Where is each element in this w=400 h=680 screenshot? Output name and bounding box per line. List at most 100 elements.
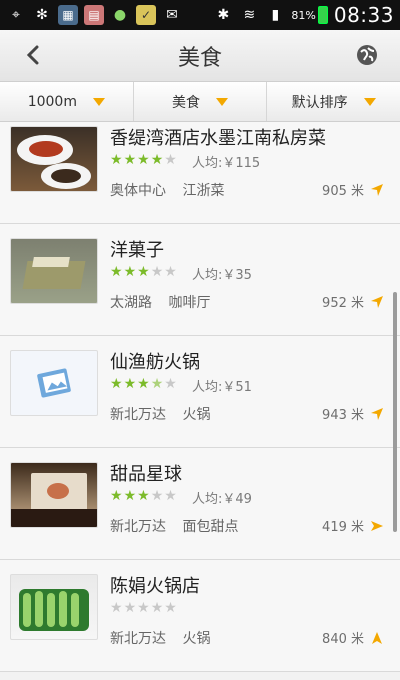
location-icon: ⌖: [12, 7, 20, 23]
restaurant-tags: 新北万达 火锅: [110, 404, 222, 424]
rating-stars: ★ ★ ★ ★ ★: [110, 488, 177, 504]
rating-stars: ★ ★ ★ ★ ★: [110, 264, 177, 280]
scrollbar[interactable]: [393, 292, 397, 532]
star-icon: ★: [110, 376, 123, 392]
area-tag: 新北万达: [110, 631, 166, 647]
star-icon: ★: [123, 264, 137, 280]
signal-icon: ▮: [271, 7, 280, 23]
restaurant-name: 陈娟火锅店: [110, 576, 200, 597]
area-tag: 新北万达: [110, 407, 166, 423]
restaurant-tags: 新北万达 火锅: [110, 628, 222, 648]
star-icon: ★: [110, 152, 123, 168]
distance-value: 952 米: [322, 296, 364, 311]
list-item[interactable]: 香缇湾酒店水墨江南私房菜 ★ ★ ★ ★ ★ 人均:￥115 奥体中心 江浙菜 …: [0, 122, 400, 224]
distance: 905 米: [322, 180, 384, 199]
map-button[interactable]: [352, 40, 382, 70]
rating-stars: ★ ★ ★ ★ ★: [110, 376, 177, 392]
direction-arrow-icon: [371, 183, 383, 196]
battery: 81%: [291, 6, 328, 24]
cuisine-tag: 火锅: [182, 631, 211, 647]
image-icon: ▦: [58, 5, 78, 25]
cuisine-tag: 面包甜点: [182, 519, 239, 535]
restaurant-list[interactable]: 香缇湾酒店水墨江南私房菜 ★ ★ ★ ★ ★ 人均:￥115 奥体中心 江浙菜 …: [0, 122, 400, 680]
sort-filter-label: 默认排序: [291, 94, 348, 111]
distance-value: 905 米: [322, 184, 364, 199]
distance-value: 840 米: [322, 632, 364, 647]
star-icon: ★: [110, 264, 123, 280]
star-icon: ★: [137, 152, 150, 168]
star-icon: ★: [110, 600, 123, 616]
star-icon: ★: [164, 152, 177, 168]
restaurant-name: 洋菓子: [110, 240, 164, 261]
star-icon: ★: [137, 264, 150, 280]
direction-arrow-icon: [371, 520, 383, 531]
battery-percent: 81%: [291, 8, 316, 22]
star-icon: ★: [150, 152, 164, 168]
sort-filter[interactable]: 默认排序: [267, 82, 400, 121]
list-item[interactable]: 仙渔舫火锅 ★ ★ ★ ★ ★ 人均:￥51 新北万达 火锅 943 米: [0, 336, 400, 448]
cuisine-tag: 江浙菜: [182, 183, 225, 199]
wechat-icon: ●: [113, 7, 127, 23]
gallery-icon: ▤: [84, 5, 104, 25]
restaurant-thumbnail: [10, 126, 98, 192]
distance-value: 943 米: [322, 408, 364, 423]
direction-arrow-icon: [371, 295, 383, 308]
distance-value: 419 米: [322, 520, 364, 535]
star-icon: ★: [150, 264, 164, 280]
star-icon: ★: [123, 376, 137, 392]
cuisine-tag: 火锅: [182, 407, 211, 423]
status-bar: ⌖ ✻ ▦ ▤ ● ✓ ✉ ✱ ≋ ▮ 81% 08:33: [0, 0, 400, 30]
system-icons: ✱ ≋ ▮ 81% 08:33: [213, 3, 394, 27]
star-icon: ★: [164, 488, 177, 504]
star-icon: ★: [164, 264, 177, 280]
dropdown-arrow-icon: [216, 97, 228, 106]
bluetooth-icon: ✱: [217, 7, 230, 23]
restaurant-thumbnail: [10, 238, 98, 304]
restaurant-tags: 新北万达 面包甜点: [110, 516, 250, 536]
notification-icons: ⌖ ✻ ▦ ▤ ● ✓ ✉: [6, 5, 213, 25]
back-button[interactable]: [18, 40, 48, 70]
image-placeholder-icon: [37, 368, 71, 398]
category-filter-label: 美食: [172, 94, 200, 111]
app-icon: ✻: [36, 7, 48, 23]
distance-filter-label: 1000m: [27, 93, 77, 110]
star-icon: ★: [110, 488, 123, 504]
average-price: 人均:￥49: [192, 492, 252, 507]
restaurant-thumbnail: [10, 462, 98, 528]
star-icon: ★: [123, 488, 137, 504]
dropdown-arrow-icon: [92, 97, 105, 106]
area-tag: 新北万达: [110, 519, 166, 535]
page-title: 美食: [177, 45, 222, 71]
star-icon: ★: [150, 488, 164, 504]
restaurant-name: 仙渔舫火锅: [110, 352, 200, 373]
category-filter[interactable]: 美食: [134, 82, 268, 121]
star-icon: ★: [123, 152, 137, 168]
list-item[interactable]: 陈娟火锅店 ★ ★ ★ ★ ★ 新北万达 火锅 840 米: [0, 560, 400, 672]
battery-icon: [317, 6, 328, 24]
restaurant-thumbnail: [10, 350, 98, 416]
calendar-icon: ✓: [136, 5, 156, 25]
dropdown-arrow-icon: [363, 97, 376, 106]
clock: 08:33: [333, 3, 394, 27]
average-price: 人均:￥51: [192, 380, 252, 395]
star-icon: ★: [150, 600, 164, 616]
star-icon: ★: [137, 488, 150, 504]
direction-arrow-icon: [371, 407, 383, 420]
distance: 419 米: [322, 516, 384, 535]
restaurant-tags: 太湖路 咖啡厅: [110, 292, 222, 312]
average-price: 人均:￥115: [192, 156, 261, 171]
area-tag: 太湖路: [110, 295, 152, 311]
distance: 952 米: [322, 292, 384, 311]
rating-stars: ★ ★ ★ ★ ★: [110, 600, 177, 616]
mail-icon: ✉: [166, 7, 178, 23]
star-icon: ★: [150, 376, 164, 392]
cuisine-tag: 咖啡厅: [168, 295, 211, 311]
star-icon: ★: [164, 600, 177, 616]
list-item[interactable]: 甜品星球 ★ ★ ★ ★ ★ 人均:￥49 新北万达 面包甜点 419 米: [0, 448, 400, 560]
star-icon: ★: [137, 376, 150, 392]
wifi-icon: ≋: [243, 7, 256, 23]
average-price: 人均:￥35: [192, 268, 252, 283]
restaurant-tags: 奥体中心 江浙菜: [110, 180, 236, 200]
list-item[interactable]: 洋菓子 ★ ★ ★ ★ ★ 人均:￥35 太湖路 咖啡厅 952 米: [0, 224, 400, 336]
distance-filter[interactable]: 1000m: [0, 82, 134, 121]
